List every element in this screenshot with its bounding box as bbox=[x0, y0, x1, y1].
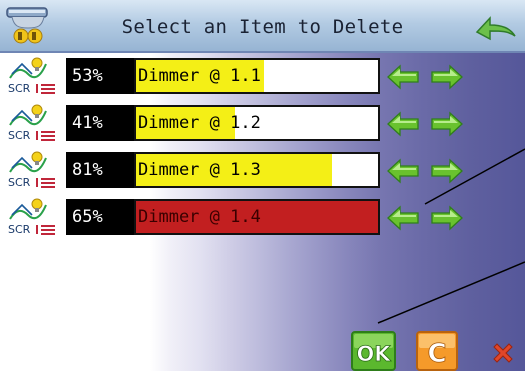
item-label: Dimmer @ 1.1 bbox=[138, 66, 261, 86]
level-percent: 81% bbox=[66, 152, 134, 188]
list-item[interactable]: SCR 81% Dimmer @ 1.3 bbox=[6, 150, 476, 190]
cancel-label: C bbox=[427, 339, 446, 369]
ok-label: OK bbox=[356, 342, 391, 366]
left-arrow-icon[interactable] bbox=[386, 158, 420, 184]
item-label: Dimmer @ 1.4 bbox=[138, 207, 261, 227]
cancel-button[interactable]: C bbox=[416, 331, 458, 371]
list-item[interactable]: SCR 41% Dimmer @ 1.2 bbox=[6, 103, 476, 143]
level-percent: 53% bbox=[66, 58, 134, 94]
right-arrow-icon[interactable] bbox=[430, 111, 464, 137]
svg-text:SCR: SCR bbox=[8, 176, 31, 189]
right-arrow-icon[interactable] bbox=[430, 205, 464, 231]
page-title: Select an Item to Delete bbox=[121, 16, 404, 38]
dimmer-level-bar[interactable]: Dimmer @ 1.1 bbox=[134, 58, 380, 94]
dimmer-level-bar[interactable]: Dimmer @ 1.4 bbox=[134, 199, 380, 235]
svg-text:SCR: SCR bbox=[8, 82, 31, 95]
svg-text:SCR: SCR bbox=[8, 223, 31, 236]
dimmer-level-bar[interactable]: Dimmer @ 1.2 bbox=[134, 105, 380, 141]
svg-text:SCR: SCR bbox=[8, 129, 31, 142]
list-item[interactable]: SCR 53% Dimmer @ 1.1 bbox=[6, 56, 476, 96]
list-item[interactable]: SCR 65% Dimmer @ 1.4 bbox=[6, 197, 476, 237]
level-percent: 41% bbox=[66, 105, 134, 141]
title-bar: Select an Item to Delete bbox=[0, 0, 525, 53]
left-arrow-icon[interactable] bbox=[386, 111, 420, 137]
screen: Select an Item to Delete SCR 53% Dimmer @ … bbox=[0, 0, 525, 371]
back-arrow-icon[interactable] bbox=[474, 12, 518, 44]
item-label: Dimmer @ 1.3 bbox=[138, 160, 261, 180]
level-percent: 65% bbox=[66, 199, 134, 235]
dimmer-level-bar[interactable]: Dimmer @ 1.3 bbox=[134, 152, 380, 188]
ok-button[interactable]: OK bbox=[351, 331, 396, 371]
item-label: Dimmer @ 1.2 bbox=[138, 113, 261, 133]
close-icon[interactable] bbox=[490, 340, 516, 366]
left-arrow-icon[interactable] bbox=[386, 205, 420, 231]
left-arrow-icon[interactable] bbox=[386, 64, 420, 90]
right-arrow-icon[interactable] bbox=[430, 64, 464, 90]
right-arrow-icon[interactable] bbox=[430, 158, 464, 184]
